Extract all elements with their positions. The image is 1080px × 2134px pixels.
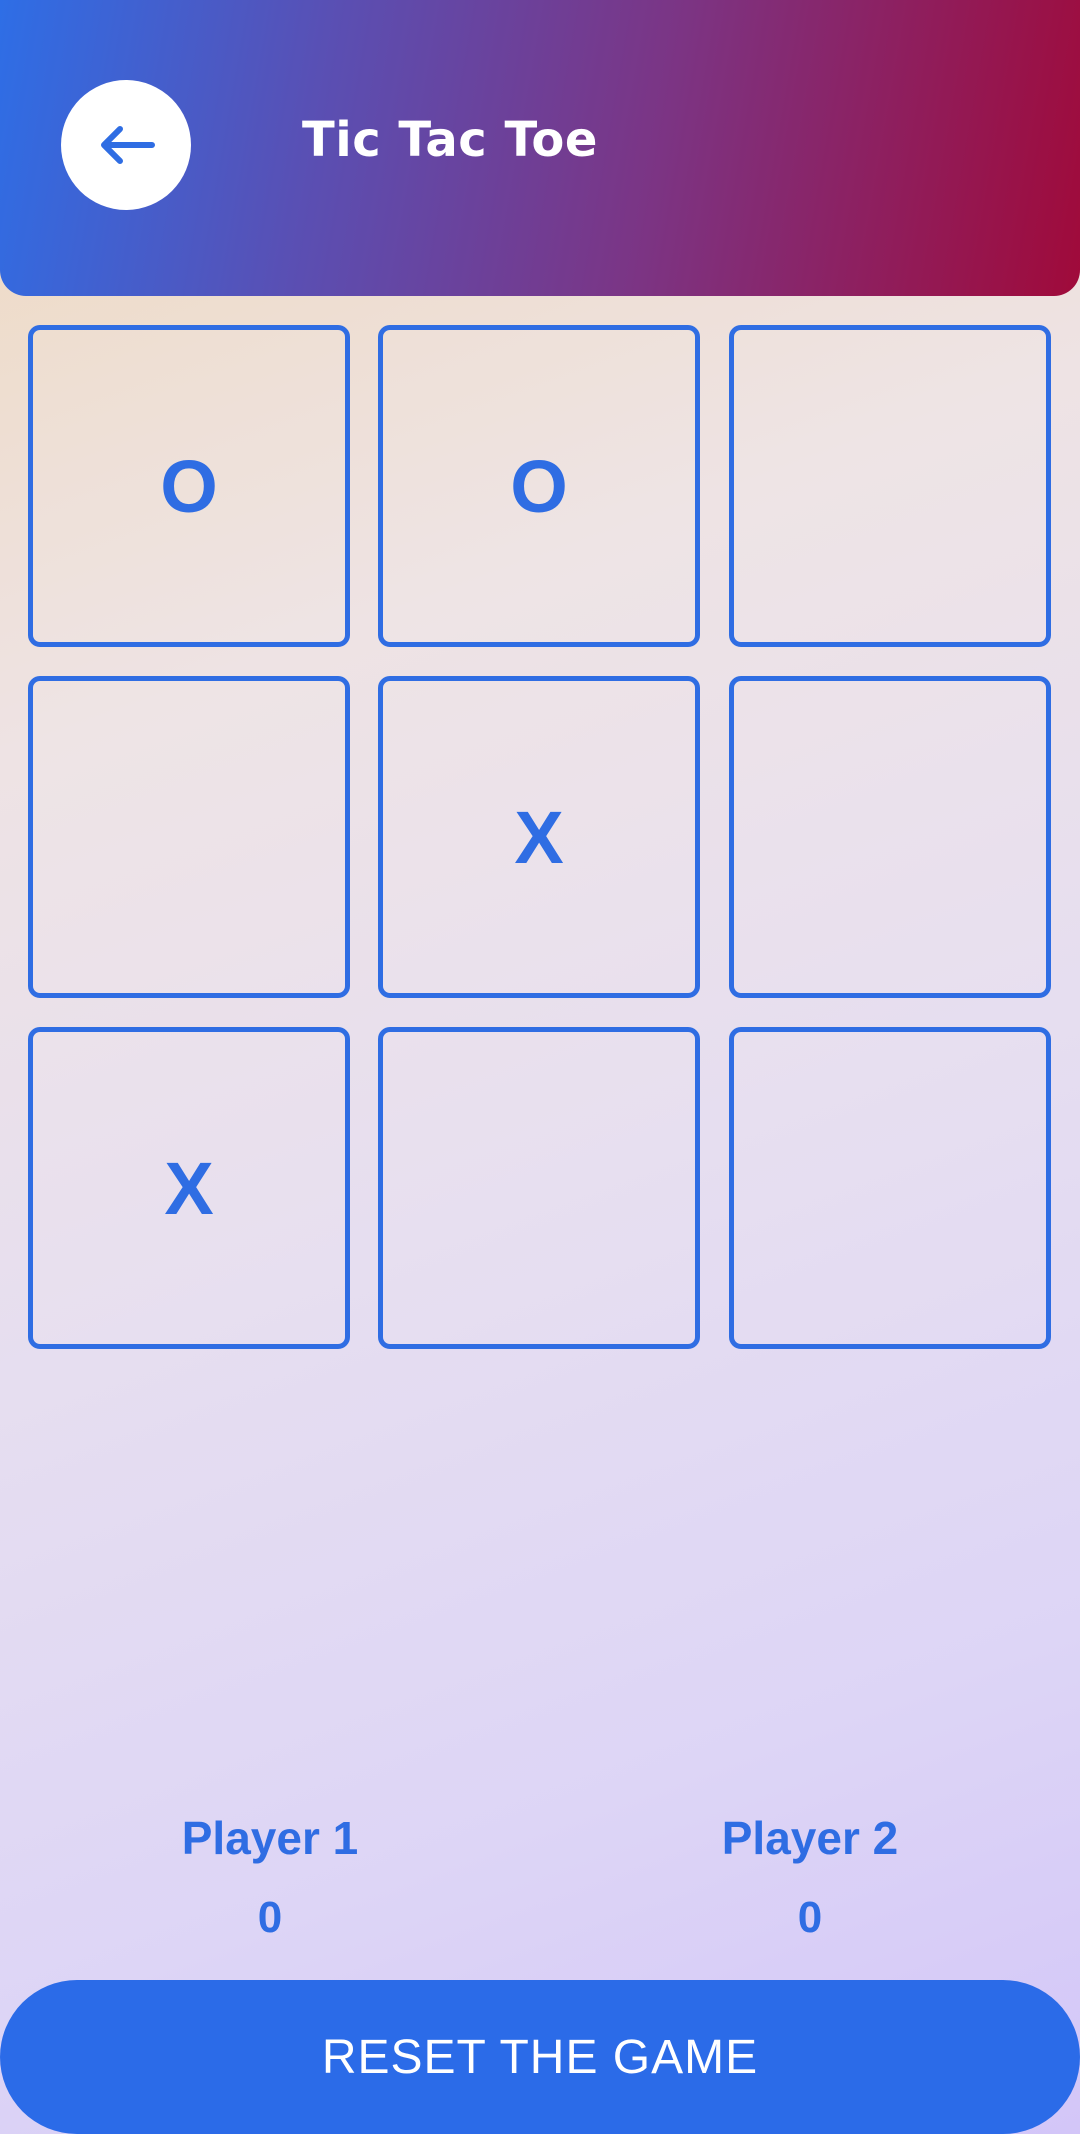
player-1-score-panel: Player 1 0 (120, 1808, 420, 1948)
board-cell-2[interactable]: O (378, 325, 700, 647)
player-2-score: 0 (797, 1893, 823, 1942)
player-1-score: 0 (257, 1893, 283, 1942)
reset-game-button[interactable]: RESET THE GAME (0, 1980, 1080, 2134)
back-button[interactable] (61, 80, 191, 210)
board-cell-4[interactable] (28, 676, 350, 998)
app-header: Tic Tac Toe (0, 0, 1080, 296)
player-2-name: Player 2 (721, 1812, 899, 1864)
page-title: Tic Tac Toe (302, 112, 598, 168)
board-cell-6[interactable] (729, 676, 1051, 998)
board-cell-8[interactable] (378, 1027, 700, 1349)
board-cell-3[interactable] (729, 325, 1051, 647)
player-2-score-panel: Player 2 0 (660, 1808, 960, 1948)
player-1-name: Player 1 (181, 1812, 359, 1864)
scoreboard: Player 1 0 Player 2 0 (0, 1808, 1080, 1948)
board-cell-5[interactable]: X (378, 676, 700, 998)
game-board: O O X X (28, 325, 1052, 1349)
board-cell-7[interactable]: X (28, 1027, 350, 1349)
board-cell-1[interactable]: O (28, 325, 350, 647)
arrow-left-icon (101, 126, 155, 164)
board-cell-9[interactable] (729, 1027, 1051, 1349)
